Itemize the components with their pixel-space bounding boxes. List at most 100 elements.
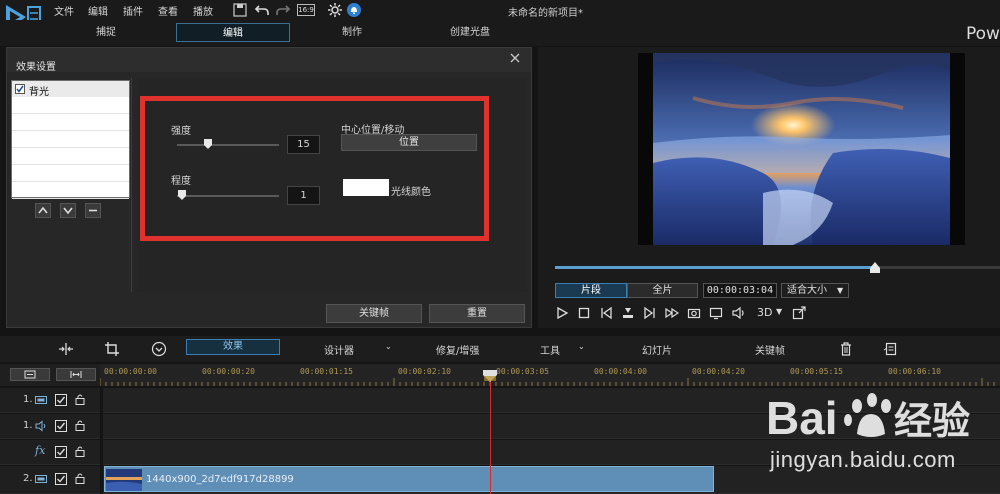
move-up-button[interactable] — [35, 203, 51, 218]
crop-icon[interactable] — [104, 341, 120, 357]
slideshow-button[interactable]: 幻灯片 — [642, 342, 672, 357]
divider — [131, 78, 132, 292]
ruler-label: 00:00:00:20 — [202, 367, 255, 376]
notification-icon[interactable] — [346, 2, 362, 18]
effects-tab[interactable]: 效果 — [186, 339, 280, 355]
track-enable-checkbox[interactable] — [55, 473, 67, 485]
list-row — [12, 115, 129, 131]
tab-capture[interactable]: 捕捉 — [54, 23, 158, 42]
preview-frame — [638, 53, 965, 245]
watermark-url: jingyan.baidu.com — [770, 447, 956, 472]
preview-image — [653, 53, 950, 245]
keyframe-button[interactable]: 关键帧 — [326, 304, 422, 323]
menu-file[interactable]: 文件 — [54, 3, 74, 18]
redo-icon[interactable] — [275, 2, 291, 18]
track-enable-checkbox[interactable] — [55, 394, 67, 406]
menu-edit[interactable]: 编辑 — [88, 3, 108, 18]
menu-bar — [0, 0, 1000, 20]
lock-icon[interactable] — [74, 445, 86, 457]
move-down-button[interactable] — [60, 203, 76, 218]
chevron-down-icon[interactable]: ⌄ — [578, 342, 585, 351]
trash-icon[interactable] — [838, 341, 854, 357]
chevron-down-icon: ▼ — [837, 286, 844, 295]
lock-icon[interactable] — [74, 472, 86, 484]
track-manager-button[interactable] — [10, 368, 50, 381]
effect-name: 背光 — [29, 87, 49, 98]
export-icon[interactable] — [883, 341, 899, 357]
list-row — [12, 183, 129, 199]
highlight-box — [140, 96, 489, 241]
reset-button[interactable]: 重置 — [429, 304, 525, 323]
menu-view[interactable]: 查看 — [158, 3, 178, 18]
tab-edit[interactable]: 编辑 — [176, 23, 290, 42]
fit-size-label: 适合大小 — [787, 285, 827, 296]
menu-plugins[interactable]: 插件 — [123, 3, 143, 18]
remove-button[interactable] — [85, 203, 101, 218]
snapshot-icon[interactable] — [687, 306, 701, 320]
list-row — [12, 132, 129, 148]
settings-icon[interactable] — [327, 2, 343, 18]
playhead-handle[interactable] — [483, 370, 497, 382]
brand-text: Pow — [966, 24, 1000, 44]
menu-playback[interactable]: 播放 — [193, 3, 213, 18]
undock-icon[interactable] — [792, 306, 806, 320]
effect-list: 背光 — [11, 80, 130, 199]
fx-track-icon: fx — [35, 444, 46, 457]
panel-header — [7, 48, 531, 72]
3d-button[interactable]: 3D — [757, 306, 772, 319]
fix-enhance-button[interactable]: 修复/增强 — [436, 342, 479, 357]
track-header-fx: fx — [0, 440, 100, 465]
ruler-label: 00:00:05:15 — [790, 367, 843, 376]
track-number: 1. — [23, 420, 33, 431]
effect-checkbox[interactable] — [15, 84, 25, 94]
display-icon[interactable] — [709, 306, 723, 320]
ruler-label: 00:00:04:20 — [692, 367, 745, 376]
track-number: 1. — [23, 394, 33, 405]
preview-scrub-thumb[interactable] — [870, 262, 881, 273]
aspect-ratio-button[interactable]: 16:9 — [297, 4, 315, 16]
ruler-label: 00:00:00:00 — [104, 367, 157, 376]
audio-track-icon — [35, 420, 47, 432]
split-icon[interactable] — [58, 341, 74, 357]
undo-icon[interactable] — [254, 2, 270, 18]
fit-timeline-button[interactable] — [56, 368, 96, 381]
next-frame-icon[interactable] — [643, 306, 657, 320]
track-enable-checkbox[interactable] — [55, 446, 67, 458]
tab-produce[interactable]: 制作 — [300, 23, 404, 42]
stop-icon[interactable] — [577, 306, 591, 320]
close-icon[interactable] — [509, 52, 521, 64]
clip-mode-button[interactable]: 片段 — [555, 283, 627, 298]
volume-icon[interactable] — [731, 306, 745, 320]
tools-menu[interactable]: 工具 — [540, 342, 560, 357]
full-mode-button[interactable]: 全片 — [627, 283, 698, 298]
project-title: 未命名的新项目* — [508, 8, 583, 19]
designer-menu[interactable]: 设计器 — [324, 342, 354, 357]
playhead-line — [490, 372, 491, 494]
preview-scrub-progress — [555, 266, 876, 269]
lock-icon[interactable] — [74, 419, 86, 431]
clip-thumbnail — [106, 469, 142, 491]
tab-create-disc[interactable]: 创建光盘 — [418, 23, 522, 42]
ruler-label: 00:00:06:10 — [888, 367, 941, 376]
play-icon[interactable] — [555, 306, 569, 320]
save-icon[interactable] — [232, 2, 248, 18]
video-clip[interactable]: 1440x900_2d7edf917d28899 — [104, 466, 714, 492]
track-enable-checkbox[interactable] — [55, 420, 67, 432]
keyframe-toolbar-button[interactable]: 关键帧 — [755, 342, 785, 357]
lock-icon[interactable] — [74, 393, 86, 405]
ruler-label: 00:00:02:10 — [398, 367, 451, 376]
chevron-down-icon[interactable]: ▼ — [776, 307, 782, 316]
chevron-down-icon[interactable]: ⌄ — [385, 342, 392, 351]
fast-forward-icon[interactable] — [665, 306, 679, 320]
list-row — [12, 166, 129, 182]
fit-size-select[interactable]: 适合大小 ▼ — [781, 283, 849, 298]
more-options-icon[interactable] — [151, 341, 167, 357]
ruler-label: 00:00:04:00 — [594, 367, 647, 376]
previous-frame-icon[interactable] — [599, 306, 613, 320]
split-marker-icon[interactable] — [621, 306, 635, 320]
svg-text:Bai: Bai — [766, 392, 838, 444]
video-track-icon — [35, 473, 47, 485]
list-item[interactable]: 背光 — [12, 81, 129, 98]
track-header-video-1: 1. — [0, 388, 100, 413]
timecode-display[interactable]: 00:00:03:04 — [703, 283, 777, 298]
